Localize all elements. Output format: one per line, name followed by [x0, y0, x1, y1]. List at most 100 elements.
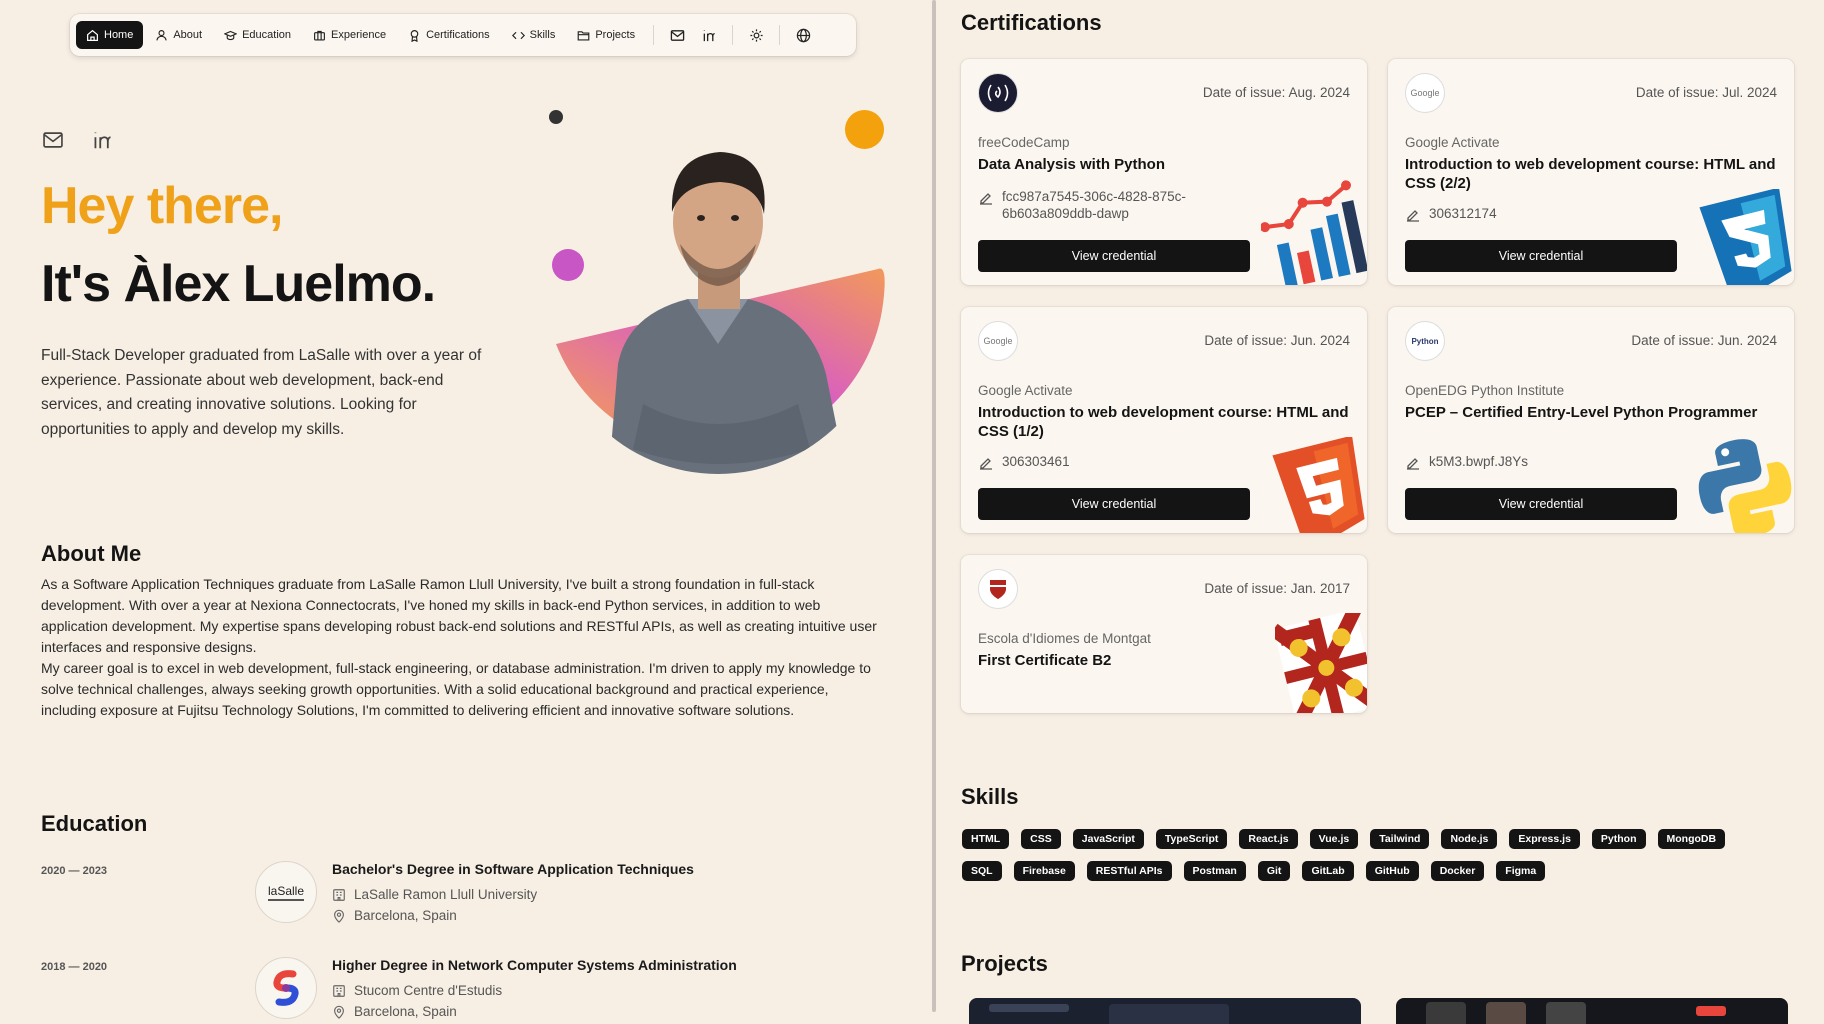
mail-icon — [43, 132, 63, 148]
certification-name: Introduction to web development course: … — [978, 404, 1349, 440]
decor-dot-purple — [552, 249, 584, 281]
skill-badge[interactable]: GitLab — [1302, 861, 1354, 881]
graduation-cap-icon — [224, 30, 238, 40]
building-icon — [333, 984, 345, 997]
certification-card: Date of issue: Aug. 2024 freeCodeCamp Da… — [961, 59, 1367, 285]
folder-icon — [577, 30, 590, 41]
cambridge-logo — [978, 569, 1018, 609]
projects-title: Projects — [961, 951, 1048, 976]
hero-description: Full-Stack Developer graduated from LaSa… — [41, 347, 482, 438]
nav-home[interactable]: Home — [76, 21, 144, 49]
skill-badge[interactable]: JavaScript — [1072, 829, 1144, 849]
nav-skills[interactable]: Skills — [502, 21, 566, 49]
nav-label: Projects — [595, 29, 636, 41]
hero-name: It's Àlex Luelmo. — [41, 255, 436, 313]
view-credential-button[interactable]: View credential — [1405, 240, 1677, 272]
user-icon — [156, 29, 167, 40]
skill-badge[interactable]: TypeScript — [1155, 829, 1228, 849]
signature-icon — [980, 458, 992, 470]
skill-badge[interactable]: Python — [1591, 829, 1646, 849]
skill-badge[interactable]: Figma — [1496, 861, 1546, 881]
skill-badge[interactable]: Tailwind — [1370, 829, 1430, 849]
skill-badge[interactable]: React.js — [1239, 829, 1298, 849]
skill-badge[interactable]: Vue.js — [1309, 829, 1359, 849]
certification-name: Introduction to web development course: … — [1405, 156, 1776, 192]
nav-label: Home — [104, 29, 134, 41]
skill-badge[interactable]: CSS — [1021, 829, 1061, 849]
skills-row: SQL Firebase RESTful APIs Postman Git GitLab G… — [962, 861, 1546, 881]
skill-badge[interactable]: Node.js — [1441, 829, 1498, 849]
education-school-line: LaSalle Ramon Llull University — [332, 887, 537, 902]
certification-name: Data Analysis with Python — [978, 156, 1165, 173]
decor-dot-orange — [845, 110, 884, 149]
certification-id-line: 306303461 — [978, 453, 1070, 471]
skill-badge[interactable]: Express.js — [1509, 829, 1580, 849]
education-location-line: Barcelona, Spain — [332, 1004, 457, 1019]
certification-id: k5M3.bwpf.J8Ys — [1429, 454, 1529, 469]
skill-badge[interactable]: GitHub — [1365, 861, 1419, 881]
nav-education[interactable]: Education — [214, 21, 301, 49]
signature-icon — [980, 193, 992, 205]
hero-mail-link[interactable] — [41, 128, 65, 152]
nav-linkedin-button[interactable] — [694, 21, 724, 49]
language-button[interactable] — [788, 21, 818, 49]
project-card-thumbnail[interactable] — [969, 998, 1361, 1024]
skill-badge[interactable]: SQL — [962, 861, 1002, 881]
google-activate-logo: Google — [978, 321, 1018, 361]
shield-icon — [990, 580, 1006, 599]
nav-label: About — [173, 29, 203, 41]
education-degree: Bachelor's Degree in Software Applicatio… — [332, 861, 694, 877]
about-text: As a Software Application Techniques gra… — [41, 574, 881, 721]
skill-badge[interactable]: HTML — [962, 829, 1010, 849]
certification-issuer: OpenEDG Python Institute — [1405, 383, 1565, 398]
theme-toggle-button[interactable] — [741, 21, 771, 49]
education-location: Barcelona, Spain — [354, 908, 457, 923]
skill-badge[interactable]: Docker — [1430, 861, 1485, 881]
google-activate-logo: Google — [1405, 73, 1445, 113]
nav-mail-button[interactable] — [662, 21, 692, 49]
education-title: Education — [41, 811, 148, 836]
about-paragraph: As a Software Application Techniques gra… — [41, 576, 877, 655]
hero-linkedin-link[interactable] — [91, 128, 115, 152]
skill-badge[interactable]: Git — [1257, 861, 1291, 881]
nav-certifications[interactable]: Certifications — [398, 21, 500, 49]
split-divider[interactable] — [932, 0, 936, 1012]
skills-title: Skills — [961, 784, 1019, 809]
stucom-logo — [255, 957, 317, 1019]
certification-card: Python Date of issue: Jun. 2024 OpenEDG … — [1388, 307, 1794, 533]
education-school: Stucom Centre d'Estudis — [354, 983, 503, 998]
certification-date: Date of issue: Aug. 2024 — [1202, 85, 1350, 100]
sun-icon — [749, 28, 763, 42]
skill-badge[interactable]: Firebase — [1013, 861, 1075, 881]
cambridge-crest-icon — [1275, 613, 1367, 713]
skill-badge[interactable]: RESTful APIs — [1086, 861, 1172, 881]
project-card-thumbnail[interactable] — [1396, 998, 1788, 1024]
view-credential-button[interactable]: View credential — [978, 488, 1250, 520]
skill-badge[interactable]: Postman — [1183, 861, 1246, 881]
skills-row: HTML CSS JavaScript TypeScript React.js Vue.j… — [962, 829, 1726, 849]
education-item: 2020 — 2023 laSalle Bachelor's Degree in… — [41, 861, 901, 931]
certification-name: PCEP – Certified Entry-Level Python Prog… — [1405, 404, 1758, 421]
certification-id: 306312174 — [1429, 206, 1497, 221]
certification-id-line: fcc987a7545-306c-4828-875c-6b603a809ddb-… — [978, 188, 1238, 222]
nav-experience[interactable]: Experience — [303, 21, 396, 49]
nav-label: Certifications — [426, 29, 490, 41]
view-credential-button[interactable]: View credential — [1405, 488, 1677, 520]
nav-divider — [653, 25, 655, 45]
education-dates: 2020 — 2023 — [41, 865, 108, 877]
nav-projects[interactable]: Projects — [567, 21, 645, 49]
education-item: 2018 — 2020 Higher Degree in Network Com… — [41, 957, 901, 1024]
about-paragraph: My career goal is to excel in web develo… — [41, 660, 871, 718]
hero-greeting: Hey there, — [41, 177, 283, 235]
lasalle-logo: laSalle — [255, 861, 317, 923]
nav-about[interactable]: About — [145, 21, 212, 49]
nav-label: Experience — [331, 29, 387, 41]
education-school-line: Stucom Centre d'Estudis — [332, 983, 502, 998]
education-dates: 2018 — 2020 — [41, 961, 108, 973]
certification-date: Date of issue: Jan. 2017 — [1204, 581, 1350, 596]
view-credential-button[interactable]: View credential — [978, 240, 1250, 272]
certification-date: Date of issue: Jun. 2024 — [1204, 333, 1350, 348]
lasalle-logo-text: laSalle — [267, 884, 305, 901]
skill-badge[interactable]: MongoDB — [1657, 829, 1726, 849]
certification-date: Date of issue: Jun. 2024 — [1631, 333, 1777, 348]
